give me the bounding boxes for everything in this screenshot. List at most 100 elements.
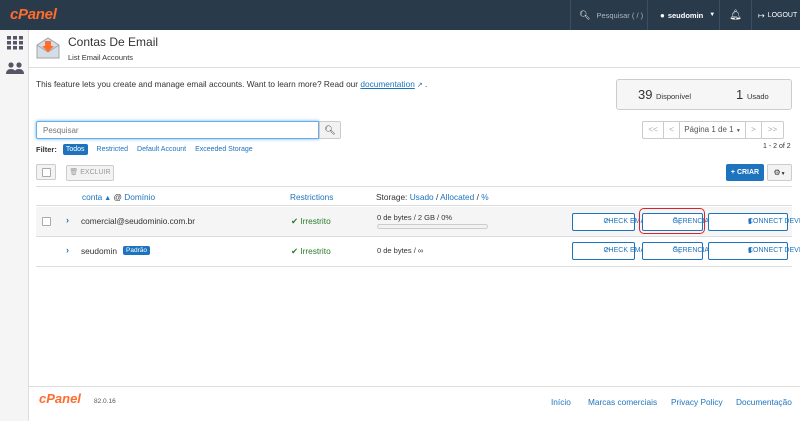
table-header: conta ▲ @ Domínio Restrictions Storage: … [36, 186, 792, 206]
footer-link-trademarks[interactable]: Marcas comerciais [588, 397, 657, 407]
checkmark-icon: ✔ [291, 216, 298, 226]
select-all-checkbox[interactable] [42, 168, 51, 177]
storage-usage: 0 de bytes / 2 GB / 0% [377, 213, 453, 222]
sort-domain[interactable]: Domínio [124, 192, 155, 202]
filter-default-account[interactable]: Default Account [137, 146, 186, 153]
available-count: 39 [638, 87, 653, 102]
logout-button[interactable]: ↦ LOGOUT [751, 0, 800, 30]
column-storage: Storage: Usado / Allocated / % [376, 192, 489, 202]
row-checkbox[interactable] [42, 217, 51, 226]
create-label: CRIAR [736, 169, 760, 176]
account-name: seudomin [81, 246, 117, 256]
sort-allocated[interactable]: Allocated [440, 192, 474, 202]
search-input[interactable] [36, 121, 319, 139]
table-row[interactable]: › seudomin Padrão ✔ Irrestrito 0 de byte… [36, 237, 800, 267]
footer-divider [29, 386, 800, 387]
email-accounts-icon [35, 35, 61, 61]
pagination: << < Página 1 de 1 ▼ > >> [642, 121, 784, 139]
sort-percent[interactable]: % [481, 192, 488, 202]
logout-label: LOGOUT [767, 11, 798, 19]
result-count: 1 - 2 of 2 [763, 143, 791, 150]
logout-icon: ↦ [758, 10, 765, 20]
filter-label: Filter: [36, 145, 57, 154]
column-restrictions[interactable]: Restrictions [290, 192, 333, 202]
footer-link-privacy[interactable]: Privacy Policy [671, 397, 723, 407]
user-icon: ● [660, 10, 665, 20]
storage-header-label: Storage: [376, 192, 408, 202]
connect-label: CONNECT DEVICES [748, 247, 800, 254]
notifications-bell-icon[interactable]: 🔔︎ [719, 0, 751, 30]
usage-stats-panel: 39 Disponível 1 Usado [616, 79, 792, 110]
restriction-status: ✔ Irrestrito [291, 246, 331, 256]
footer-link-docs[interactable]: Documentação [736, 397, 792, 407]
chevron-down-icon: ▼ [709, 12, 716, 18]
page-subtitle: List Email Accounts [68, 53, 134, 62]
available-label: Disponível [656, 92, 692, 101]
trash-icon: 🗑︎ [69, 169, 79, 176]
highlight-annotation [639, 208, 705, 234]
expand-row-icon[interactable]: › [66, 215, 69, 225]
cpanel-logo[interactable]: cPanel [10, 6, 57, 23]
storage-progress-bar [377, 224, 488, 229]
header-divider [29, 67, 800, 68]
search-icon: 🔍︎ [579, 9, 591, 20]
filter-all[interactable]: Todos [62, 144, 88, 155]
users-icon[interactable] [6, 61, 24, 77]
next-page-button[interactable]: > [746, 121, 762, 139]
footer-link-home[interactable]: Início [551, 397, 571, 407]
intro-tail: . [425, 79, 428, 89]
sort-used[interactable]: Usado [410, 192, 434, 202]
documentation-link[interactable]: documentation [360, 79, 414, 89]
delete-button[interactable]: 🗑︎ EXCLUIR [66, 165, 114, 181]
sort-account[interactable]: conta [82, 192, 102, 202]
default-account-badge: Padrão [123, 246, 150, 255]
used-count: 1 [736, 87, 744, 102]
last-page-button[interactable]: >> [762, 121, 784, 139]
filter-exceeded-storage[interactable]: Exceeded Storage [195, 146, 253, 153]
search-icon: 🔍︎ [324, 125, 336, 135]
connect-devices-button[interactable]: ▮ CONNECT DEVICES [708, 242, 800, 260]
external-link-icon: ↗ [416, 82, 423, 89]
filter-bar: Filter: Todos Restricted Default Account… [36, 144, 262, 155]
first-page-button[interactable]: << [642, 121, 664, 139]
select-all-button[interactable] [36, 164, 56, 180]
chevron-down-icon: ▼ [780, 171, 786, 177]
checkmark-icon: ✔ [291, 246, 298, 256]
manage-button[interactable]: 🔧︎ GERENCIAR [642, 242, 714, 260]
restriction-status: ✔ Irrestrito [291, 216, 331, 226]
delete-label: EXCLUIR [80, 169, 111, 176]
search-button[interactable]: 🔍︎ [319, 121, 341, 139]
gear-icon: ⚙ [773, 168, 781, 177]
global-search-input[interactable]: Pesquisar ( / ) [596, 11, 643, 20]
account-name: comercial@seudominio.com.br [81, 216, 196, 226]
settings-dropdown-button[interactable]: ⚙▼ [767, 164, 792, 181]
page-title: Contas De Email [68, 35, 159, 49]
column-account[interactable]: conta ▲ @ Domínio [82, 192, 155, 202]
grid-apps-icon[interactable] [6, 36, 24, 52]
expand-row-icon[interactable]: › [66, 245, 69, 255]
connect-label: CONNECT DEVICES [748, 218, 800, 225]
plus-icon: + [730, 169, 735, 176]
connect-devices-button[interactable]: ▮ CONNECT DEVICES [708, 213, 800, 231]
version-label: 82.0.16 [94, 398, 116, 405]
create-button[interactable]: + CRIAR [726, 164, 764, 181]
sort-asc-icon: ▲ [102, 195, 112, 202]
sidebar [0, 30, 29, 421]
restriction-label: Irrestrito [300, 246, 331, 256]
used-label: Usado [747, 92, 769, 101]
intro-body: This feature lets you create and manage … [36, 79, 359, 89]
storage-usage: 0 de bytes / ∞ [377, 246, 424, 255]
check-email-button[interactable]: ↗ CHECK EMAIL [572, 213, 651, 231]
top-navbar: cPanel 🔍︎ Pesquisar ( / ) ● seudomin ▼ 🔔… [0, 0, 800, 30]
user-menu[interactable]: ● seudomin ▼ [647, 0, 719, 30]
username: seudomin [667, 10, 704, 20]
restriction-label: Irrestrito [300, 216, 331, 226]
intro-text: This feature lets you create and manage … [36, 79, 427, 89]
page-label: Página 1 de 1 [684, 125, 734, 134]
footer-logo: cPanel [39, 391, 81, 406]
prev-page-button[interactable]: < [664, 121, 680, 139]
filter-restricted[interactable]: Restricted [97, 146, 129, 153]
check-email-button[interactable]: ↗ CHECK EMAIL [572, 242, 651, 260]
page-select[interactable]: Página 1 de 1 ▼ [680, 121, 746, 139]
global-search[interactable]: 🔍︎ Pesquisar ( / ) [570, 0, 647, 30]
